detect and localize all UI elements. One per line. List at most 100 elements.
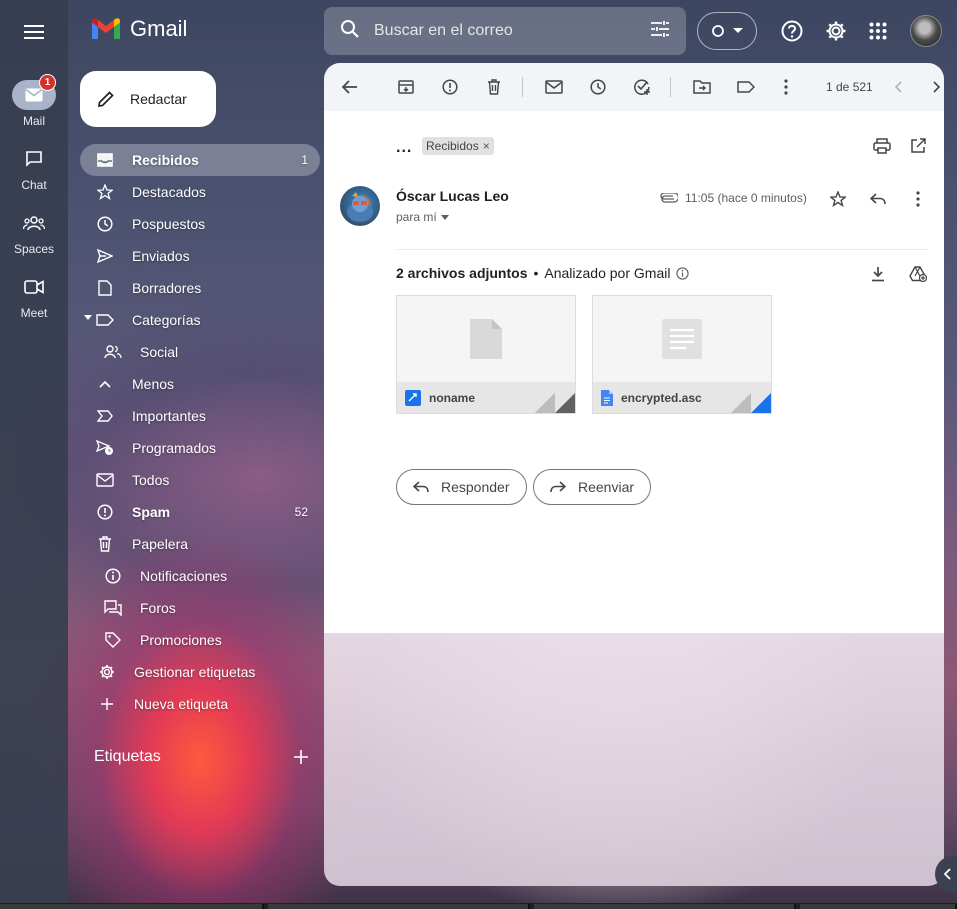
nav-item-spam[interactable]: Spam 52 — [80, 496, 320, 528]
nav-label: Enviados — [132, 248, 190, 264]
newer-button[interactable] — [886, 75, 910, 99]
plus-icon — [294, 750, 308, 764]
nav-item-categories[interactable]: Categorías — [80, 304, 320, 336]
text-document-icon — [662, 319, 702, 359]
remove-label-icon[interactable]: × — [483, 139, 490, 153]
status-circle-icon — [712, 25, 724, 37]
panel-background — [324, 633, 944, 886]
spam-alert-icon — [96, 503, 114, 521]
attachment-preview — [397, 296, 575, 382]
corner-fold — [751, 393, 771, 413]
search-icon[interactable] — [340, 19, 360, 44]
separator-dot: • — [533, 265, 539, 281]
info-icon[interactable] — [676, 266, 690, 280]
back-button[interactable] — [338, 75, 362, 99]
nav-item-updates[interactable]: Notificaciones — [80, 560, 320, 592]
more-actions-button[interactable] — [774, 75, 798, 99]
open-in-new-icon — [911, 138, 926, 153]
hamburger-icon — [24, 25, 44, 39]
nav-item-social[interactable]: Social — [80, 336, 320, 368]
nav-label: Menos — [132, 376, 175, 392]
download-all-button[interactable] — [866, 262, 890, 286]
report-spam-button[interactable] — [438, 75, 462, 99]
attachments-count: 2 archivos adjuntos — [396, 265, 528, 281]
nav-item-snoozed[interactable]: Pospuestos — [80, 208, 320, 240]
nav-item-sent[interactable]: Enviados — [80, 240, 320, 272]
create-label-button[interactable] — [292, 748, 310, 771]
main-menu-button[interactable] — [14, 12, 54, 52]
nav-label: Nueva etiqueta — [134, 696, 229, 712]
mark-unread-button[interactable] — [542, 75, 566, 99]
add-task-button[interactable] — [630, 75, 654, 99]
arrow-back-icon — [342, 80, 357, 94]
star-button[interactable] — [826, 187, 850, 211]
forward-button[interactable]: Reenviar — [533, 469, 652, 505]
attachment-card[interactable]: noname — [396, 295, 576, 414]
move-to-button[interactable] — [690, 75, 714, 99]
nav-item-important[interactable]: Importantes — [80, 400, 320, 432]
attachments-divider — [396, 249, 928, 250]
side-panel-toggle[interactable] — [935, 856, 957, 892]
report-icon — [442, 79, 458, 95]
reply-bottom-button[interactable]: Responder — [396, 469, 527, 505]
avatar-illustration — [347, 192, 373, 222]
message-more-button[interactable] — [906, 187, 930, 211]
inbox-label-chip: Recibidos × — [422, 137, 494, 155]
print-all-button[interactable] — [871, 135, 893, 157]
labels-heading: Etiquetas — [94, 748, 161, 765]
attachments-header: 2 archivos adjuntos • Analizado por Gmail — [396, 265, 690, 281]
reply-icon — [870, 193, 886, 205]
search-bar — [324, 7, 686, 55]
rail-item-spaces[interactable]: Spaces — [0, 208, 68, 256]
gmail-logo[interactable]: Gmail — [90, 16, 187, 42]
nav-item-forums[interactable]: Foros — [80, 592, 320, 624]
add-to-drive-icon — [909, 266, 927, 282]
nav-item-starred[interactable]: Destacados — [80, 176, 320, 208]
nav-item-trash[interactable]: Papelera — [80, 528, 320, 560]
message-toolbar: 1 de 521 — [324, 63, 944, 111]
save-to-drive-button[interactable] — [906, 262, 930, 286]
archive-button[interactable] — [394, 75, 418, 99]
nav-item-all-mail[interactable]: Todos — [80, 464, 320, 496]
recipient-details[interactable]: para mí — [396, 210, 449, 224]
search-options-icon[interactable] — [650, 20, 670, 43]
rail-item-meet[interactable]: Meet — [0, 272, 68, 320]
account-avatar[interactable] — [910, 15, 942, 47]
move-folder-icon — [693, 80, 711, 94]
nav-label: Recibidos — [132, 152, 199, 168]
sender-name[interactable]: Óscar Lucas Leo — [396, 188, 509, 204]
compose-button[interactable]: Redactar — [80, 71, 216, 127]
chevron-down-icon — [733, 28, 743, 33]
apps-button[interactable] — [863, 16, 893, 46]
open-new-window-button[interactable] — [907, 135, 929, 157]
nav-item-inbox[interactable]: Recibidos 1 — [80, 144, 320, 176]
status-selector[interactable] — [697, 12, 757, 50]
attachment-card[interactable]: encrypted.asc — [592, 295, 772, 414]
nav-item-drafts[interactable]: Borradores — [80, 272, 320, 304]
meet-icon — [24, 280, 44, 294]
sender-avatar[interactable] — [340, 186, 380, 226]
nav-item-promotions[interactable]: Promociones — [80, 624, 320, 656]
reply-icon — [413, 481, 429, 493]
search-input[interactable] — [374, 22, 624, 40]
reply-button[interactable] — [866, 187, 890, 211]
forward-icon — [550, 481, 566, 493]
rail-item-mail[interactable]: 1 Mail — [0, 74, 68, 128]
labels-button[interactable] — [734, 75, 758, 99]
help-icon — [781, 20, 803, 42]
nav-item-manage-labels[interactable]: Gestionar etiquetas — [80, 656, 320, 688]
help-button[interactable] — [777, 16, 807, 46]
nav-item-less[interactable]: Menos — [80, 368, 320, 400]
snooze-button[interactable] — [586, 75, 610, 99]
delete-button[interactable] — [482, 75, 506, 99]
older-button[interactable] — [925, 75, 944, 99]
rail-item-chat[interactable]: Chat — [0, 144, 68, 192]
caret-down-icon[interactable] — [84, 315, 92, 321]
nav-item-scheduled[interactable]: Programados — [80, 432, 320, 464]
settings-button[interactable] — [821, 16, 851, 46]
generic-file-icon — [470, 319, 502, 359]
attachment-indicator-icon — [660, 190, 680, 208]
rail-item-label: Mail — [22, 114, 45, 128]
chat-icon — [26, 151, 42, 167]
nav-item-new-label[interactable]: Nueva etiqueta — [80, 688, 320, 720]
